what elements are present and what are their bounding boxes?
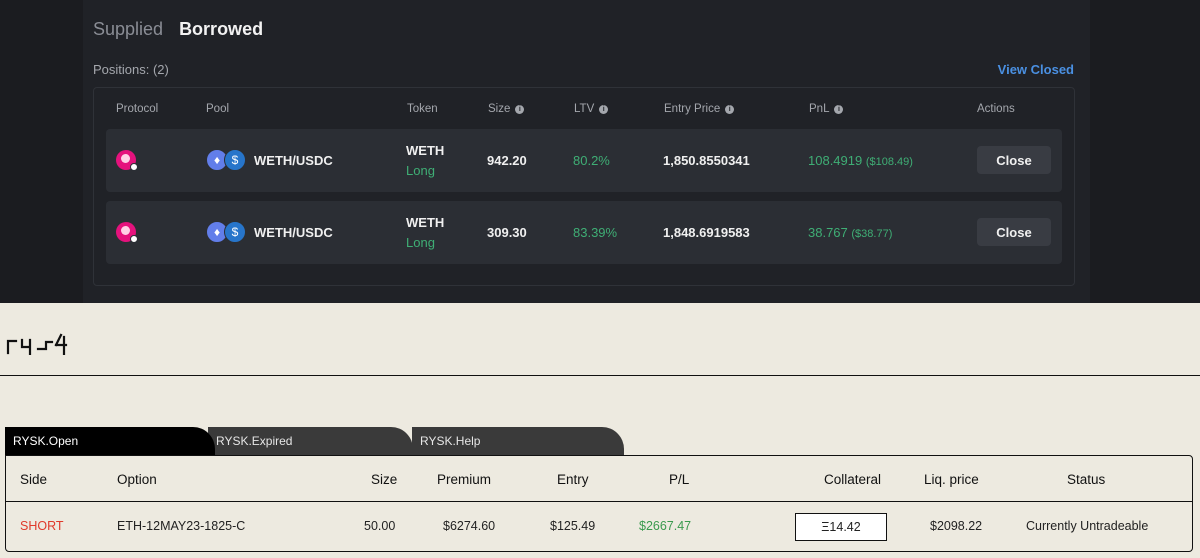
info-icon[interactable]: i [834, 104, 844, 114]
usdc-icon: $ [224, 149, 246, 171]
position-ltv: 83.39% [573, 225, 618, 240]
rysk-table-header: Side Option Size Premium Entry P/L Colla… [6, 456, 1192, 502]
premium-value: $6274.60 [443, 519, 496, 533]
pnl-usd: ($108.49) [865, 156, 913, 168]
side-value: SHORT [20, 519, 64, 533]
col-size: Size [371, 472, 398, 487]
positions-panel: Supplied Borrowed Positions: (2) View Cl… [0, 0, 1200, 303]
positions-table-header: Protocol Pool Token Size i LTV i Entry Pri… [94, 88, 1074, 130]
col-status: Status [1067, 472, 1106, 487]
position-pnl: 108.4919 ($108.49) [808, 153, 913, 168]
position-ltv: 80.2% [573, 153, 610, 168]
info-icon[interactable]: i [725, 104, 735, 114]
pl-value: $2667.47 [639, 519, 692, 533]
entry-price: 1,848.6919583 [663, 225, 750, 240]
protocol-badge-icon [130, 163, 138, 171]
info-icon[interactable]: i [599, 104, 609, 114]
col-protocol: Protocol [116, 103, 159, 115]
tab-borrowed[interactable]: Borrowed [179, 19, 263, 40]
position-size: 942.20 [487, 153, 527, 168]
positions-count: Positions: (2) [93, 62, 169, 77]
close-button[interactable]: Close [977, 218, 1051, 246]
col-token: Token [407, 103, 438, 115]
col-option: Option [117, 472, 157, 487]
token-name: WETH [406, 215, 445, 230]
col-actions: Actions [977, 103, 1015, 115]
pool-name: WETH/USDC [254, 152, 333, 168]
rysk-logo-icon[interactable] [6, 329, 68, 355]
entry-price: 1,850.8550341 [663, 153, 750, 168]
collateral-input[interactable]: Ξ14.42 [795, 513, 887, 541]
status-value: Currently Untradeable [1026, 519, 1149, 533]
col-side: Side [20, 472, 48, 487]
info-icon[interactable]: i [515, 104, 525, 114]
tab-rysk-open[interactable]: RYSK.Open [5, 427, 215, 456]
positions-table: Protocol Pool Token Size i LTV i Entry Pri… [93, 87, 1075, 286]
position-row: ♦ $ WETH/USDC WETH Long 942.20 80.2% 1,8… [106, 129, 1062, 192]
col-size: Size i [488, 103, 525, 115]
close-button[interactable]: Close [977, 146, 1051, 174]
protocol-badge-icon [130, 235, 138, 243]
col-entry: Entry [557, 472, 589, 487]
rysk-panel: RYSK.Expired RYSK.Help RYSK.Open Side Op… [0, 303, 1200, 558]
tab-supplied[interactable]: Supplied [93, 19, 163, 40]
rysk-open-table: Side Option Size Premium Entry P/L Colla… [5, 455, 1193, 552]
view-closed-link[interactable]: View Closed [998, 62, 1074, 77]
position-size: 309.30 [487, 225, 527, 240]
pnl-usd: ($38.77) [851, 228, 893, 240]
token-side: Long [406, 163, 435, 178]
pool-pair: ♦ $ WETH/USDC [206, 221, 333, 243]
divider [0, 375, 1200, 376]
pool-pair: ♦ $ WETH/USDC [206, 149, 333, 171]
liq-price-value: $2098.22 [930, 519, 983, 533]
usdc-icon: $ [224, 221, 246, 243]
token-side: Long [406, 235, 435, 250]
option-value: ETH-12MAY23-1825-C [117, 519, 246, 533]
position-pnl: 38.767 ($38.77) [808, 225, 893, 240]
token-name: WETH [406, 143, 445, 158]
col-premium: Premium [437, 472, 492, 487]
tab-rysk-expired[interactable]: RYSK.Expired [208, 427, 413, 456]
col-collateral: Collateral [824, 472, 882, 487]
col-pnl: PnL i [809, 103, 844, 115]
tab-rysk-help[interactable]: RYSK.Help [412, 427, 624, 456]
col-pool: Pool [206, 103, 230, 115]
col-entry-price: Entry Price i [664, 103, 735, 115]
col-liq-price: Liq. price [924, 472, 979, 487]
supply-borrow-tabs: Supplied Borrowed [93, 19, 263, 40]
table-row: SHORT ETH-12MAY23-1825-C 50.00 $6274.60 … [6, 503, 1192, 551]
positions-card: Supplied Borrowed Positions: (2) View Cl… [83, 0, 1090, 303]
entry-value: $125.49 [550, 519, 596, 533]
size-value: 50.00 [364, 519, 396, 533]
pool-name: WETH/USDC [254, 224, 333, 240]
col-pl: P/L [669, 472, 690, 487]
col-ltv: LTV i [574, 103, 609, 115]
position-row: ♦ $ WETH/USDC WETH Long 309.30 83.39% 1,… [106, 201, 1062, 264]
